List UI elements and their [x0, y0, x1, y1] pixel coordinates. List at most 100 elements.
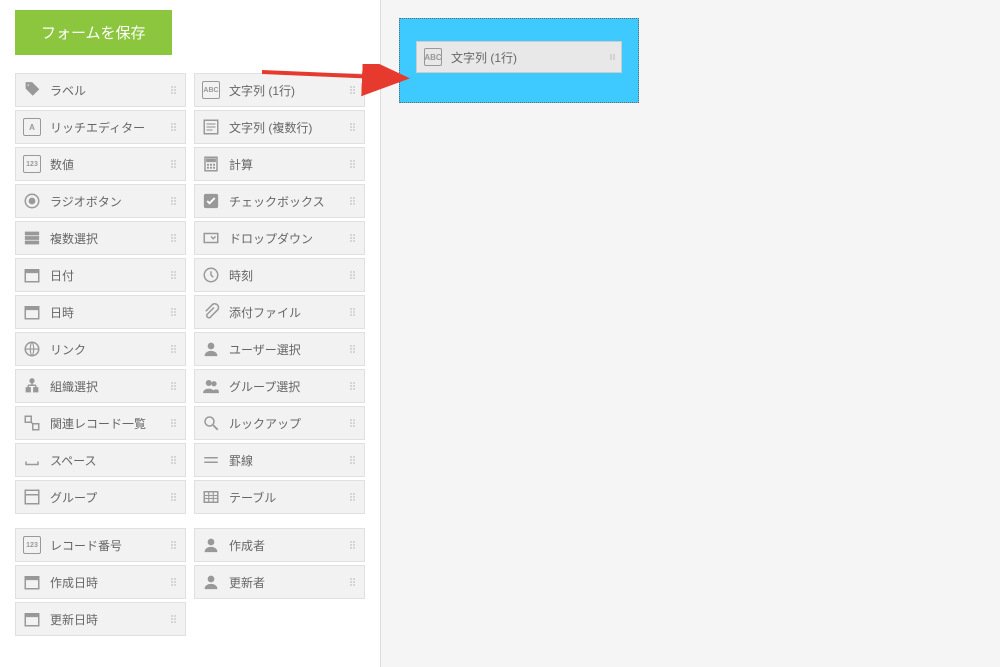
palette-field-number[interactable]: 123数値 — [15, 147, 186, 181]
drag-grip-icon — [346, 308, 358, 316]
dropped-field-label: 文字列 (1行) — [451, 49, 610, 66]
palette-field-label: 文字列 (1行) — [229, 82, 346, 99]
palette-field-groupsel[interactable]: グループ選択 — [194, 369, 365, 403]
drag-grip-icon — [167, 308, 179, 316]
table-icon — [201, 487, 221, 507]
drag-grip-icon — [167, 160, 179, 168]
org-icon — [22, 376, 42, 396]
palette-field-label: ユーザー選択 — [229, 341, 346, 358]
drag-grip-icon — [346, 382, 358, 390]
palette-field-radio[interactable]: ラジオボタン — [15, 184, 186, 218]
dropdown-icon — [201, 228, 221, 248]
drag-grip-icon — [167, 493, 179, 501]
palette-field-text[interactable]: ABC 文字列 (1行) — [194, 73, 365, 107]
palette-field-label: 文字列 (複数行) — [229, 119, 346, 136]
palette-column-bottom-left: 123レコード番号作成日時更新日時 — [15, 528, 186, 636]
palette-field-label: 計算 — [229, 156, 346, 173]
date-icon — [22, 265, 42, 285]
drag-grip-icon — [167, 271, 179, 279]
palette-field-multi[interactable]: 複数選択 — [15, 221, 186, 255]
drag-grip-icon — [167, 615, 179, 623]
palette-field-group[interactable]: グループ — [15, 480, 186, 514]
recno-icon: 123 — [22, 535, 42, 555]
palette-field-updatedt[interactable]: 更新日時 — [15, 602, 186, 636]
drag-grip-icon — [346, 541, 358, 549]
palette-field-lookup[interactable]: ルックアップ — [194, 406, 365, 440]
palette-column-bottom-right: 作成者更新者 — [194, 528, 365, 636]
drag-grip-icon — [346, 160, 358, 168]
save-form-button[interactable]: フォームを保存 — [15, 10, 172, 55]
drag-grip-icon — [167, 541, 179, 549]
calc-icon — [201, 154, 221, 174]
palette-field-date[interactable]: 日付 — [15, 258, 186, 292]
palette-field-label: 数値 — [50, 156, 167, 173]
palette-field-label: グループ選択 — [229, 378, 346, 395]
palette-field-label: チェックボックス — [229, 193, 346, 210]
drag-grip-icon — [346, 493, 358, 501]
palette-field-dropdown[interactable]: ドロップダウン — [194, 221, 365, 255]
palette-field-tag[interactable]: ラベル — [15, 73, 186, 107]
group-icon — [22, 487, 42, 507]
attach-icon — [201, 302, 221, 322]
checkbox-icon — [201, 191, 221, 211]
updatedt-icon — [22, 609, 42, 629]
palette-field-label: 罫線 — [229, 452, 346, 469]
tag-icon — [22, 80, 42, 100]
palette-field-user[interactable]: ユーザー選択 — [194, 332, 365, 366]
textarea-icon — [201, 117, 221, 137]
drag-grip-icon — [167, 382, 179, 390]
dropped-field-text-single[interactable]: ABC 文字列 (1行) — [416, 41, 622, 73]
palette-field-rich[interactable]: A リッチエディター — [15, 110, 186, 144]
drag-grip-icon — [167, 123, 179, 131]
palette-field-creator[interactable]: 作成者 — [194, 528, 365, 562]
hr-icon — [201, 450, 221, 470]
drag-grip-icon — [167, 234, 179, 242]
palette-field-label: ラベル — [50, 82, 167, 99]
palette-field-checkbox[interactable]: チェックボックス — [194, 184, 365, 218]
form-canvas[interactable]: ABC 文字列 (1行) — [380, 0, 1000, 667]
palette-field-label: リッチエディター — [50, 119, 167, 136]
palette-field-attach[interactable]: 添付ファイル — [194, 295, 365, 329]
palette-field-calc[interactable]: 計算 — [194, 147, 365, 181]
palette-field-createdt[interactable]: 作成日時 — [15, 565, 186, 599]
palette-field-hr[interactable]: 罫線 — [194, 443, 365, 477]
palette-field-label: 時刻 — [229, 267, 346, 284]
space-icon — [22, 450, 42, 470]
palette-field-datetime[interactable]: 日時 — [15, 295, 186, 329]
palette-field-label: 更新者 — [229, 574, 346, 591]
createdt-icon — [22, 572, 42, 592]
palette-field-label: 添付ファイル — [229, 304, 346, 321]
drag-grip-icon — [346, 345, 358, 353]
groupsel-icon — [201, 376, 221, 396]
lookup-icon — [201, 413, 221, 433]
palette-field-label: 日時 — [50, 304, 167, 321]
palette-field-textarea[interactable]: 文字列 (複数行) — [194, 110, 365, 144]
palette-field-table[interactable]: テーブル — [194, 480, 365, 514]
palette-field-label: ドロップダウン — [229, 230, 346, 247]
palette-field-link[interactable]: リンク — [15, 332, 186, 366]
rich-icon: A — [22, 117, 42, 137]
palette-field-related[interactable]: 関連レコード一覧 — [15, 406, 186, 440]
palette-column-left: ラベル A リッチエディター 123数値ラジオボタン複数選択日付日時リンク組織選択関連… — [15, 73, 186, 514]
drop-zone[interactable]: ABC 文字列 (1行) — [399, 18, 639, 103]
palette-field-org[interactable]: 組織選択 — [15, 369, 186, 403]
palette-field-label: ルックアップ — [229, 415, 346, 432]
drag-grip-icon — [346, 271, 358, 279]
drag-grip-icon — [346, 419, 358, 427]
palette-field-label: 関連レコード一覧 — [50, 415, 167, 432]
palette-field-space[interactable]: スペース — [15, 443, 186, 477]
time-icon — [201, 265, 221, 285]
palette-field-label: グループ — [50, 489, 167, 506]
palette-field-updater[interactable]: 更新者 — [194, 565, 365, 599]
palette-column-right: ABC 文字列 (1行) 文字列 (複数行) 計算チェックボックスドロップダウン時刻添… — [194, 73, 365, 514]
palette-field-label: 日付 — [50, 267, 167, 284]
palette-field-time[interactable]: 時刻 — [194, 258, 365, 292]
palette-field-label: ラジオボタン — [50, 193, 167, 210]
drag-grip-icon — [346, 197, 358, 205]
palette-field-label: 作成日時 — [50, 574, 167, 591]
drag-grip-icon — [346, 456, 358, 464]
drag-grip-icon — [346, 234, 358, 242]
palette-field-recno[interactable]: 123レコード番号 — [15, 528, 186, 562]
drag-grip-icon — [346, 578, 358, 586]
text-icon: ABC — [201, 80, 221, 100]
